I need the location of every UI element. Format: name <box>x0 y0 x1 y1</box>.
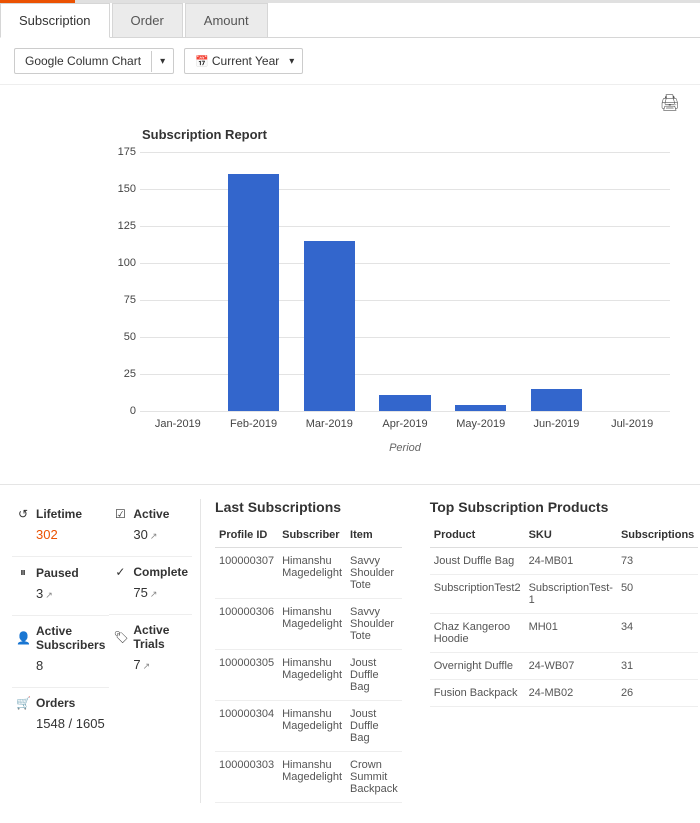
table-row[interactable]: Joust Duffle Bag24-MB0173 <box>430 548 699 575</box>
bar[interactable] <box>304 241 355 411</box>
last-subscriptions-table: Profile ID Subscriber Item 100000307Hima… <box>215 523 402 803</box>
table-row[interactable]: Overnight Duffle24-WB0731 <box>430 653 699 680</box>
tab-subscription[interactable]: Subscription <box>0 3 110 38</box>
table-row[interactable]: 100000306Himanshu MagedelightSavvy Shoul… <box>215 599 402 650</box>
bar[interactable] <box>379 395 430 411</box>
bar[interactable] <box>228 174 279 411</box>
chart-title: Subscription Report <box>110 121 670 152</box>
last-subscriptions-panel: Last Subscriptions Profile ID Subscriber… <box>201 499 416 803</box>
x-tick: Mar-2019 <box>291 412 367 430</box>
external-link-icon: ↗ <box>143 661 151 671</box>
tab-amount[interactable]: Amount <box>185 3 268 37</box>
bar[interactable] <box>455 405 506 411</box>
stat-paused[interactable]: ⏸Paused 3↗ <box>12 557 109 616</box>
top-products-panel: Top Subscription Products Product SKU Su… <box>416 499 700 803</box>
y-tick: 0 <box>108 405 136 417</box>
external-link-icon: ↗ <box>45 590 53 600</box>
bar[interactable] <box>531 389 582 411</box>
table-row[interactable]: 100000307Himanshu MagedelightSavvy Shoul… <box>215 548 402 599</box>
stat-lifetime[interactable]: ↺Lifetime 302 <box>12 499 109 557</box>
user-icon: 👤 <box>16 631 30 645</box>
table-row[interactable]: 100000304Himanshu MagedelightJoust Duffl… <box>215 701 402 752</box>
y-tick: 75 <box>108 294 136 306</box>
x-tick: Jul-2019 <box>594 412 670 430</box>
x-tick: Jun-2019 <box>519 412 595 430</box>
stat-active[interactable]: ☑Active 30↗ <box>109 499 192 557</box>
stat-active-subscribers[interactable]: 👤Active Subscribers 8 <box>12 616 109 688</box>
stat-orders[interactable]: 🛒Orders 1548 / 1605 <box>12 688 109 745</box>
subscription-chart: Subscription Report 0255075100125150175 … <box>0 121 700 484</box>
active-icon: ☑ <box>113 507 127 521</box>
y-tick: 150 <box>108 183 136 195</box>
report-tabs: Subscription Order Amount <box>0 3 700 38</box>
table-row[interactable]: 100000303Himanshu MagedelightCrown Summi… <box>215 752 402 803</box>
y-tick: 175 <box>108 146 136 158</box>
stats-panel: ↺Lifetime 302 ⏸Paused 3↗ 👤Active Subscri… <box>12 499 201 803</box>
y-tick: 125 <box>108 220 136 232</box>
external-link-icon: ↗ <box>150 531 158 541</box>
date-range-select[interactable]: Current Year▾ <box>184 48 303 74</box>
stat-active-trials[interactable]: 🏷Active Trials 7↗ <box>109 615 192 686</box>
chevron-down-icon: ▾ <box>151 51 173 72</box>
x-tick: Feb-2019 <box>216 412 292 430</box>
chart-type-select[interactable]: Google Column Chart▾ <box>14 48 174 74</box>
chevron-down-icon: ▾ <box>289 51 302 72</box>
tag-icon: 🏷 <box>113 630 127 644</box>
tab-order[interactable]: Order <box>112 3 183 37</box>
stat-complete[interactable]: ✓Complete 75↗ <box>109 557 192 615</box>
external-link-icon: ↗ <box>150 589 158 599</box>
pause-icon: ⏸ <box>16 565 30 580</box>
y-tick: 50 <box>108 331 136 343</box>
print-icon[interactable]: 🖨 <box>660 95 680 112</box>
y-tick: 25 <box>108 368 136 380</box>
toolbar: Google Column Chart▾ Current Year▾ <box>0 38 700 85</box>
table-row[interactable]: 100000305Himanshu MagedelightJoust Duffl… <box>215 650 402 701</box>
panel-title: Last Subscriptions <box>215 499 402 515</box>
top-products-table: Product SKU Subscriptions Joust Duffle B… <box>430 523 699 707</box>
x-tick: Jan-2019 <box>140 412 216 430</box>
panel-title: Top Subscription Products <box>430 499 699 515</box>
x-tick: May-2019 <box>443 412 519 430</box>
table-row[interactable]: SubscriptionTest2SubscriptionTest-150 <box>430 575 699 614</box>
check-icon: ✓ <box>113 565 127 579</box>
cart-icon: 🛒 <box>16 696 30 710</box>
x-tick: Apr-2019 <box>367 412 443 430</box>
table-row[interactable]: Fusion Backpack24-MB0226 <box>430 680 699 707</box>
history-icon: ↺ <box>16 507 30 521</box>
table-row[interactable]: Chaz Kangeroo HoodieMH0134 <box>430 614 699 653</box>
y-tick: 100 <box>108 257 136 269</box>
x-axis-label: Period <box>140 430 670 454</box>
